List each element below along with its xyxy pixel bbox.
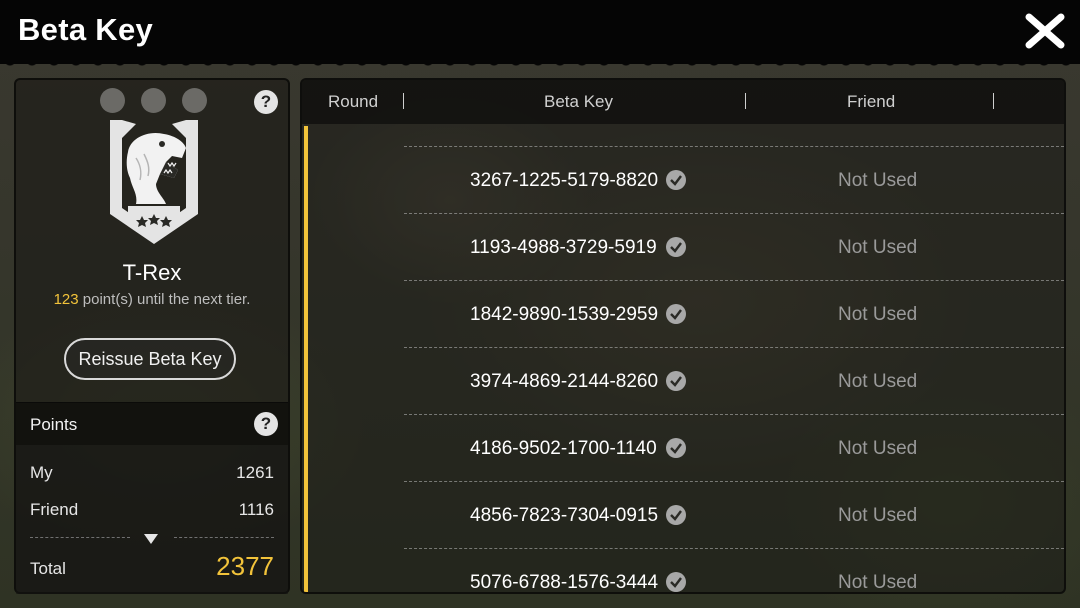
tier-dot [141, 88, 166, 113]
column-separator [403, 93, 404, 109]
my-points-value: 1261 [236, 463, 274, 482]
check-circle-icon[interactable] [666, 505, 686, 525]
tier-progress-text: 123 point(s) until the next tier. [16, 291, 288, 308]
close-icon[interactable] [1024, 12, 1066, 50]
check-circle-icon[interactable] [666, 237, 686, 257]
t-rex-shield-icon [106, 118, 202, 248]
friend-status: Not Used [838, 170, 918, 191]
points-section: Points ? My 1261 Friend 1116 Total 2377 [16, 402, 288, 594]
points-help-icon[interactable]: ? [254, 412, 278, 436]
tier-help-icon[interactable]: ? [254, 90, 278, 114]
tier-name: T-Rex [122, 260, 182, 285]
points-to-next-tier: 123 [53, 291, 79, 308]
chevron-down-icon[interactable] [144, 531, 158, 544]
table-row: 3267-1225-5179-8820 Not Used [404, 146, 1064, 213]
column-header-beta-key: Beta Key [544, 92, 613, 111]
total-label: Total [30, 559, 66, 578]
beta-key-value: 3267-1225-5179-8820 [470, 170, 659, 191]
column-header-friend: Friend [847, 92, 896, 111]
tier-progress-dots [100, 88, 207, 113]
beta-key-table: Round Beta Key Friend 3267-1225-5179-882… [300, 78, 1066, 594]
table-row: 1193-4988-3729-5919 Not Used [404, 213, 1064, 280]
table-row: 1842-9890-1539-2959 Not Used [404, 280, 1064, 347]
friend-points-label: Friend [30, 500, 79, 519]
check-circle-icon[interactable] [666, 438, 686, 458]
page-title: Beta Key [18, 12, 154, 47]
friend-status: Not Used [838, 505, 918, 526]
tier-panel: ? T-Rex 123 point(s) until the next tier… [14, 78, 290, 594]
beta-key-value: 5076-6788-1576-3444 [470, 572, 659, 593]
points-header: Points ? [16, 403, 288, 445]
beta-key-value: 3974-4869-2144-8260 [470, 371, 659, 392]
divider [174, 537, 274, 538]
beta-key-value: 4856-7823-7304-0915 [470, 505, 659, 526]
friend-status: Not Used [838, 438, 918, 459]
friend-status: Not Used [838, 304, 918, 325]
reissue-beta-key-button[interactable]: Reissue Beta Key [64, 338, 236, 380]
total-value: 2377 [216, 551, 274, 581]
beta-key-value: 1193-4988-3729-5919 [470, 237, 657, 258]
table-row: 4186-9502-1700-1140 Not Used [404, 414, 1064, 481]
column-separator [745, 93, 746, 109]
table-header: Round Beta Key Friend [302, 80, 1064, 124]
my-points-label: My [30, 463, 53, 482]
friend-status: Not Used [838, 572, 918, 593]
check-circle-icon[interactable] [666, 170, 686, 190]
friend-status: Not Used [838, 371, 918, 392]
points-title: Points [30, 415, 78, 434]
beta-key-value: 4186-9502-1700-1140 [470, 438, 657, 459]
scrollbar[interactable] [304, 126, 308, 592]
table-row: 3974-4869-2144-8260 Not Used [404, 347, 1064, 414]
column-separator [993, 93, 994, 109]
table-row: 5076-6788-1576-3444 Not Used [404, 548, 1064, 593]
top-bar: Beta Key [0, 0, 1080, 70]
column-header-round: Round [328, 92, 379, 111]
beta-key-value: 1842-9890-1539-2959 [470, 304, 659, 325]
tier-dot [182, 88, 207, 113]
friend-points-row: Friend 1116 [30, 500, 274, 520]
check-circle-icon[interactable] [666, 371, 686, 391]
check-circle-icon[interactable] [666, 572, 686, 592]
divider [30, 537, 130, 538]
friend-points-value: 1116 [238, 500, 274, 519]
friend-status: Not Used [838, 237, 918, 258]
tier-dot [100, 88, 125, 113]
table-row: 4856-7823-7304-0915 Not Used [404, 481, 1064, 548]
my-points-row: My 1261 [30, 463, 274, 483]
points-to-next-suffix: point(s) until the next tier. [78, 291, 251, 308]
check-circle-icon[interactable] [666, 304, 686, 324]
